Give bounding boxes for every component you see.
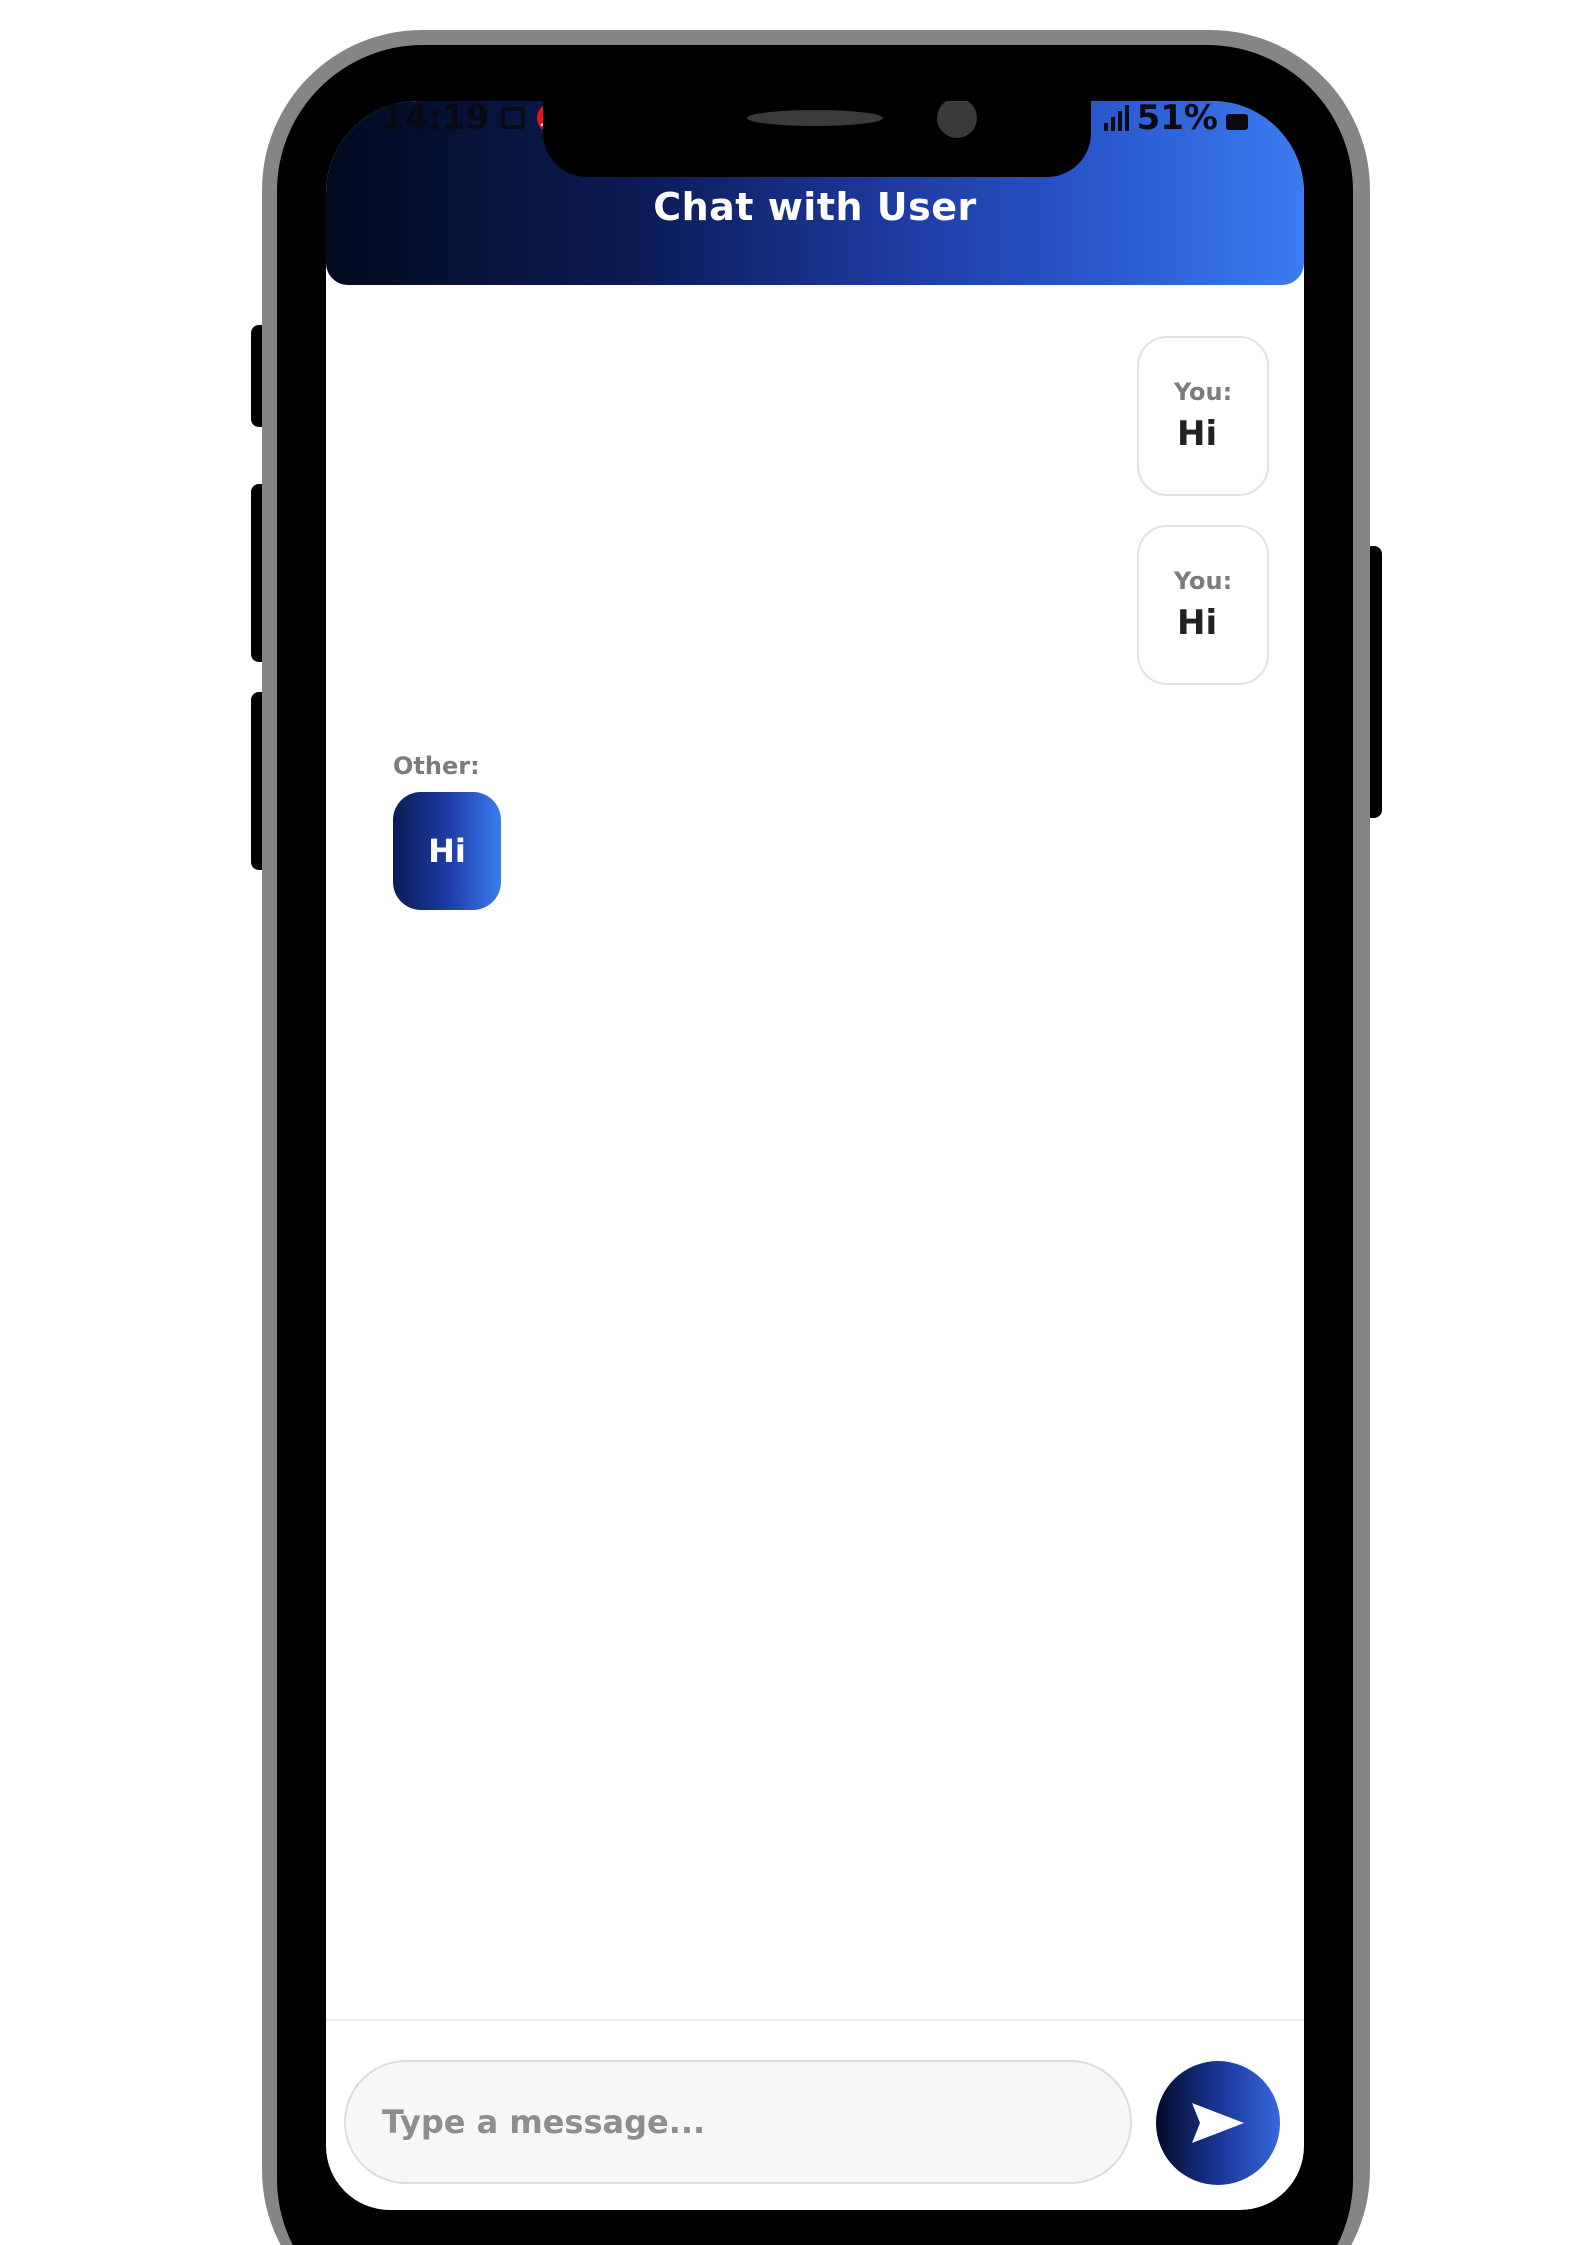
composer-divider (326, 2019, 1304, 2021)
status-bar-right: 51% (1103, 101, 1248, 138)
battery-percent: 51% (1136, 101, 1218, 138)
status-time: 14:19 (381, 101, 490, 138)
message-input[interactable] (344, 2060, 1132, 2184)
device-mockup: 14:19 Jio 51% Chat with User You: Hi (0, 0, 1587, 2245)
camera-notch (543, 101, 1091, 177)
outgoing-message[interactable]: You: Hi (1137, 336, 1269, 496)
earpiece-speaker (747, 110, 883, 126)
phone-screen: 14:19 Jio 51% Chat with User You: Hi (326, 101, 1304, 2210)
message-text: Hi (428, 832, 466, 870)
incoming-message[interactable]: Hi (393, 792, 501, 910)
signal-strength-icon (1103, 105, 1129, 131)
message-text: Hi (1177, 414, 1218, 454)
battery-icon (1226, 114, 1248, 130)
message-sender-label: You: (1173, 378, 1233, 406)
chat-title: Chat with User (653, 185, 977, 229)
incoming-sender-label: Other: (393, 752, 480, 780)
message-sender-label: You: (1173, 567, 1233, 595)
send-arrow-icon (1192, 2103, 1244, 2143)
outgoing-message[interactable]: You: Hi (1137, 525, 1269, 685)
message-text: Hi (1177, 603, 1218, 643)
status-bar-left: 14:19 Jio (381, 101, 568, 138)
chat-header: 14:19 Jio 51% Chat with User (326, 101, 1304, 285)
send-button[interactable] (1156, 2061, 1280, 2185)
gallery-notification-icon (501, 107, 526, 129)
front-camera (937, 101, 977, 138)
